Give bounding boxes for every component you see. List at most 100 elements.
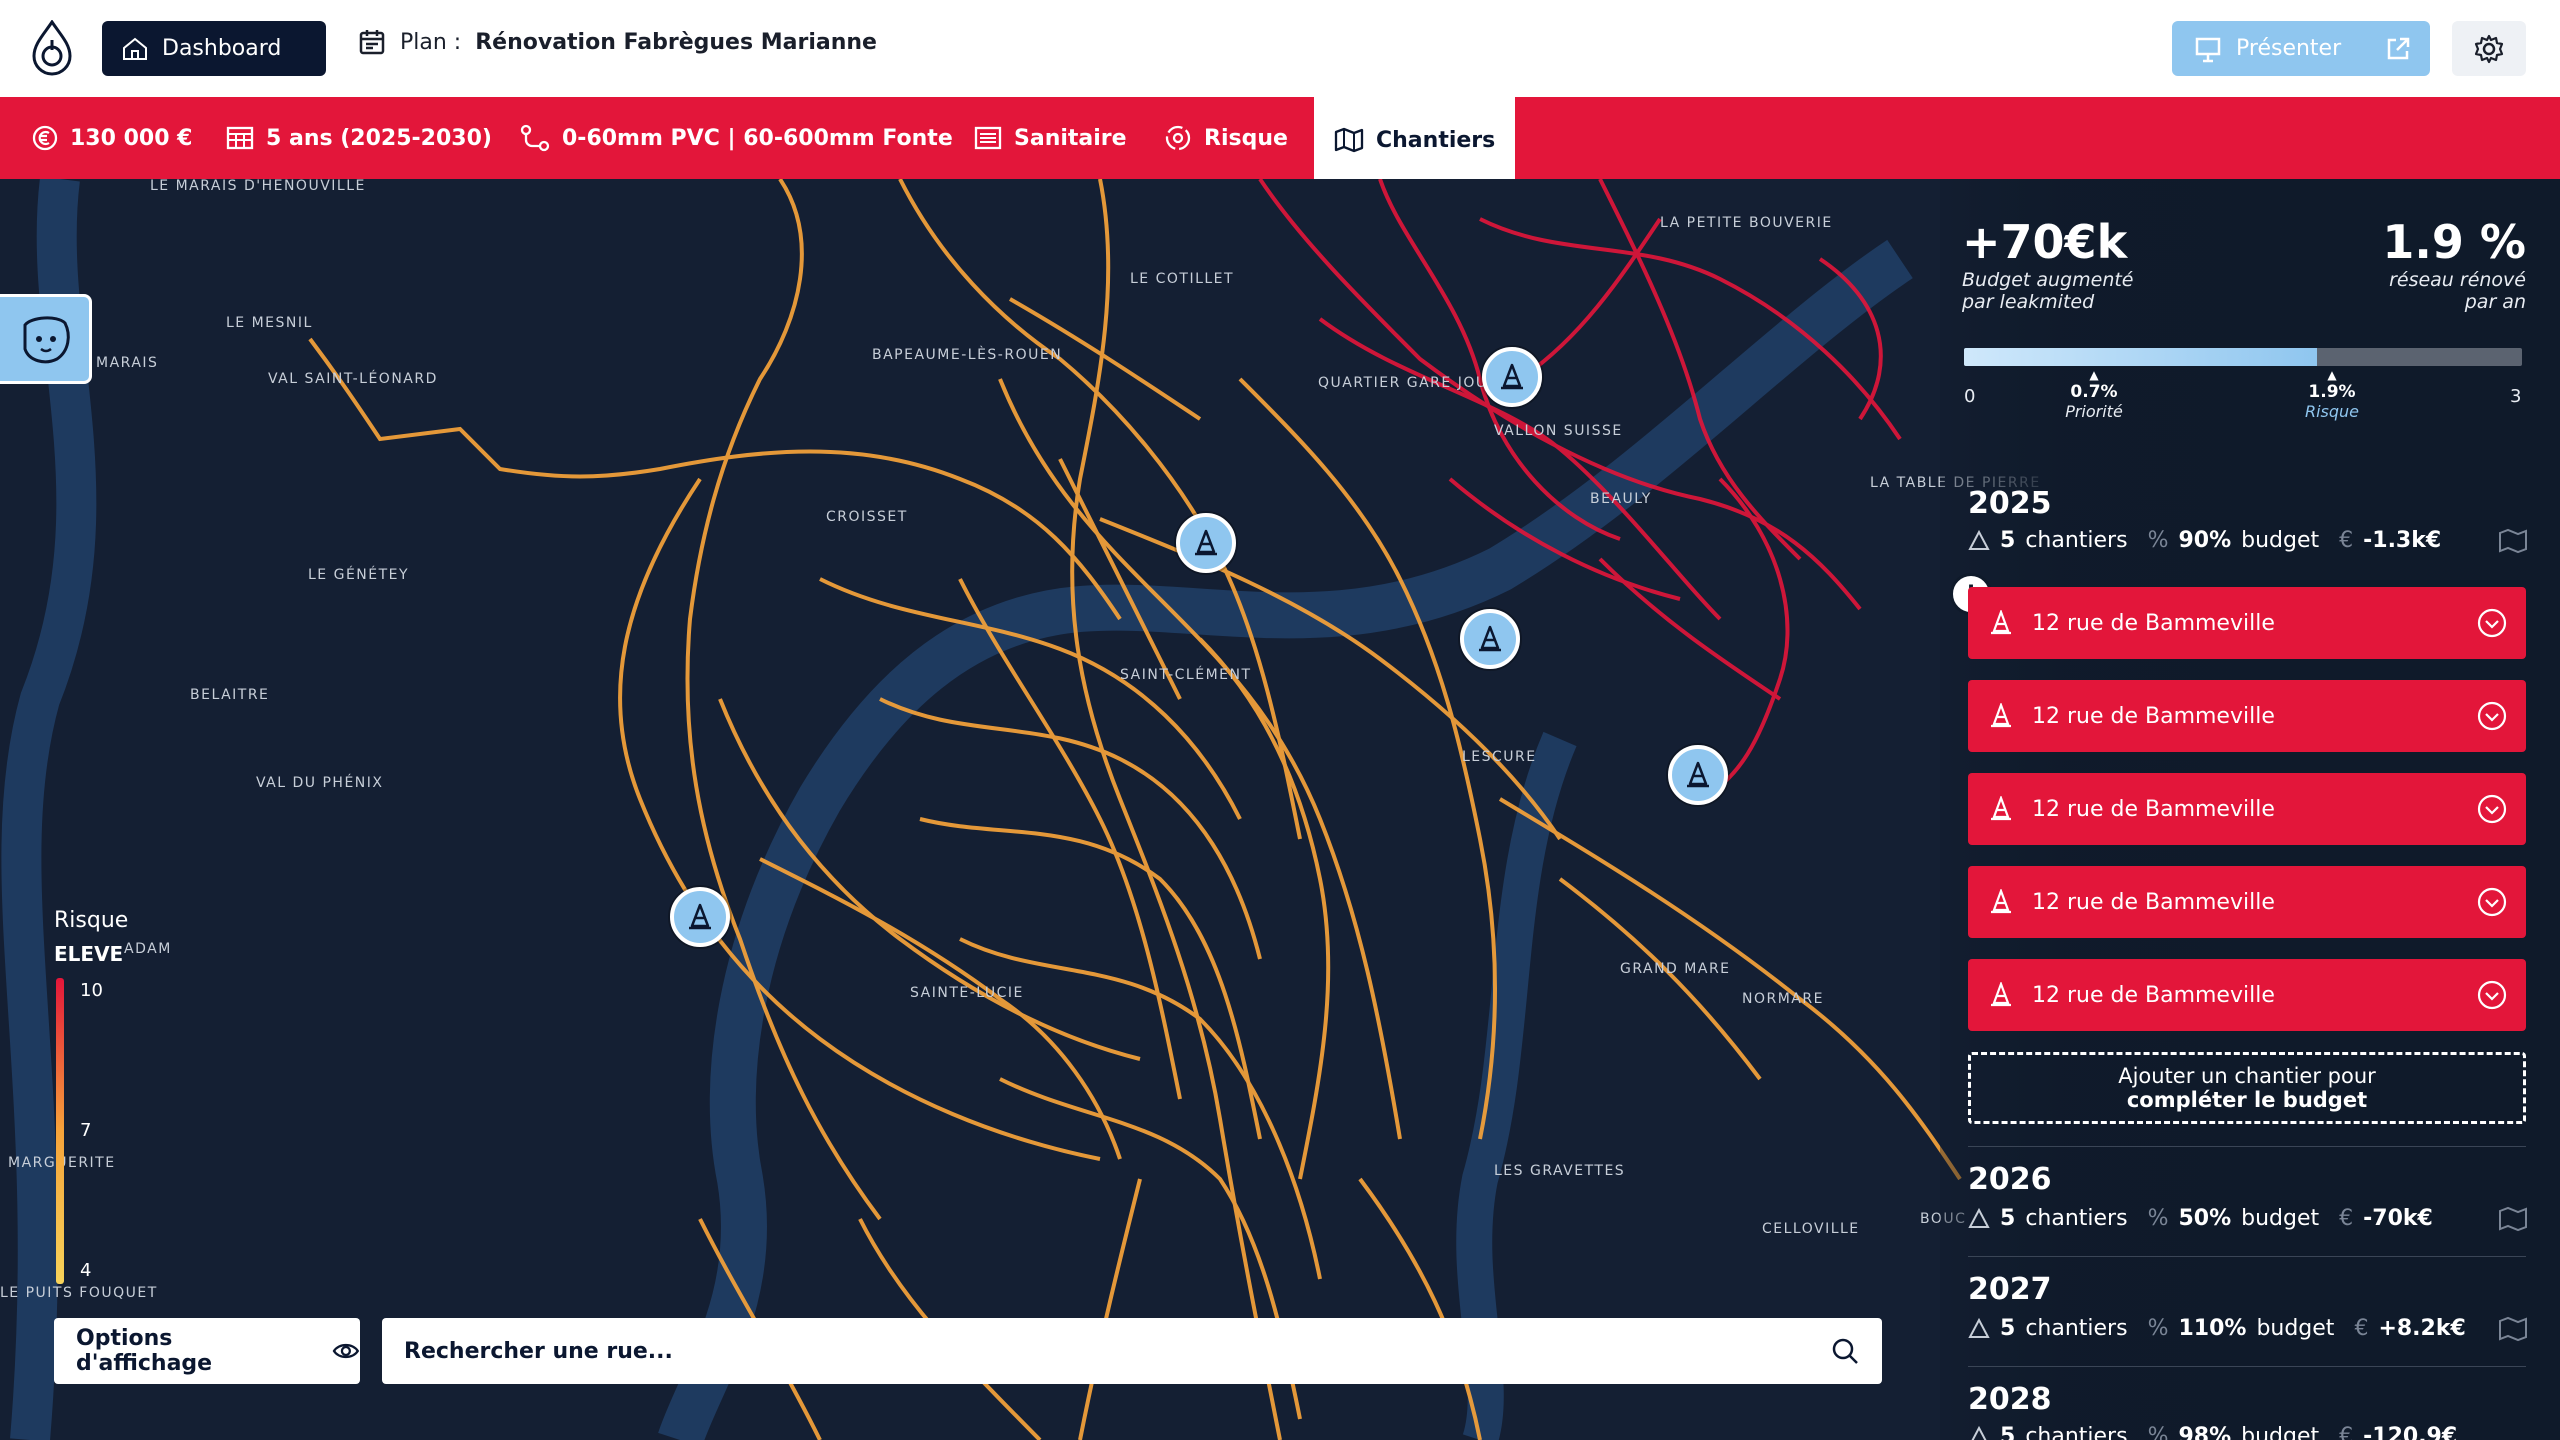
year-budget-delta: -1.3k€ (2363, 528, 2442, 553)
place-label: MARAIS (96, 355, 159, 371)
place-label: GRAND MARE (1620, 961, 1731, 977)
external-link-icon[interactable] (2384, 35, 2412, 63)
percent-icon: % (2147, 528, 2169, 553)
chevron-down-icon[interactable] (2476, 700, 2508, 732)
nav-risque[interactable]: Risque (1164, 97, 1288, 179)
chantier-marker[interactable] (1176, 513, 1236, 573)
traffic-cone-icon (1479, 625, 1501, 652)
chantier-row[interactable]: 12 rue de Bammeville (1968, 680, 2526, 752)
risk-legend-tick: 10 (80, 980, 103, 1001)
budget-increase-value: +70€k (1962, 215, 2128, 269)
budget-increase-caption: Budget augmenté (1962, 269, 2134, 291)
renewal-rate-value: 1.9 % (2382, 215, 2526, 269)
map-icon[interactable] (2498, 528, 2528, 554)
chevron-down-icon[interactable] (2476, 607, 2508, 639)
year-heading[interactable]: 2028 (1968, 1382, 2052, 1417)
chantier-marker[interactable] (1460, 609, 1520, 669)
nav-duration[interactable]: 5 ans (2025-2030) (226, 97, 492, 179)
cone-outline-icon (1968, 1317, 1990, 1338)
chantier-marker[interactable] (670, 887, 730, 947)
traffic-cone-icon (1991, 889, 2011, 914)
divider (1968, 1256, 2526, 1257)
chantier-row[interactable]: 12 rue de Bammeville (1968, 587, 2526, 659)
calendar-icon (359, 30, 385, 55)
face-icon (23, 316, 70, 364)
year-chantiers-count: 5 (2000, 1206, 2016, 1231)
place-label: VAL DU PHÉNIX (256, 775, 384, 791)
percent-icon: % (2147, 1424, 2169, 1440)
year-heading[interactable]: 2027 (1968, 1272, 2052, 1307)
progress-max: 3 (2510, 386, 2522, 407)
plan-title: Plan : Rénovation Fabrègues Marianne (358, 28, 877, 56)
risk-legend-level: ELEVE (54, 942, 124, 966)
place-label: BEAULY (1590, 491, 1652, 507)
euro-icon: € (2339, 528, 2354, 553)
euro-icon: € (2339, 1206, 2354, 1231)
risk-label: Risque (2304, 402, 2360, 421)
place-label: SAINTE-LUCIE (910, 985, 1024, 1001)
add-chantier-button[interactable]: Ajouter un chantier pour compléter le bu… (1968, 1052, 2526, 1124)
plan-prefix: Plan : (400, 29, 462, 55)
present-button[interactable]: Présenter (2172, 21, 2430, 76)
nav-materials[interactable]: 0-60mm PVC | 60-600mm Fonte (520, 97, 953, 179)
year-budget-pct: 90% (2178, 528, 2232, 553)
priority-value: 0.7% (2070, 382, 2118, 402)
chantier-marker[interactable] (1668, 745, 1728, 805)
euro-icon: € (2354, 1316, 2369, 1341)
place-label: LE PUITS FOUQUET (0, 1285, 158, 1301)
tab-chantiers[interactable]: Chantiers (1314, 97, 1516, 183)
display-options-button[interactable]: Options d'affichage (54, 1318, 360, 1384)
year-heading[interactable]: 2026 (1968, 1162, 2052, 1197)
risk-value: 1.9% (2308, 382, 2356, 402)
dashboard-label: Dashboard (162, 36, 282, 61)
year-stats: 5 chantiers % 110% budget € +8.2k€ (1968, 1316, 2527, 1341)
map-icon[interactable] (2498, 1206, 2528, 1232)
divider (1968, 1366, 2526, 1367)
euro-icon (32, 125, 58, 151)
nav-sanitaire[interactable]: Sanitaire (974, 97, 1127, 179)
year-budget-label: budget (2241, 528, 2320, 553)
plan-name: Rénovation Fabrègues Marianne (475, 29, 877, 55)
settings-button[interactable] (2452, 21, 2526, 76)
chevron-down-icon[interactable] (2476, 793, 2508, 825)
chevron-down-icon[interactable] (2476, 886, 2508, 918)
nav-budget[interactable]: 130 000 € (32, 97, 192, 179)
chantier-row[interactable]: 12 rue de Bammeville (1968, 959, 2526, 1031)
year-stats: 5 chantiers % 90% budget € -1.3k€ (1968, 528, 2527, 553)
assistant-face-button[interactable] (0, 294, 92, 384)
traffic-cone-icon (1991, 610, 2011, 635)
risk-marker: ▲ 1.9% Risque (2302, 368, 2362, 421)
cone-outline-icon (1968, 529, 1990, 550)
nav-budget-label: 130 000 € (70, 125, 193, 151)
chantier-row[interactable]: 12 rue de Bammeville (1968, 773, 2526, 845)
percent-icon: % (2147, 1206, 2169, 1231)
chevron-down-icon[interactable] (2476, 979, 2508, 1011)
street-search-input[interactable]: Rechercher une rue... (382, 1318, 1882, 1384)
place-label: LESCURE (1462, 749, 1537, 765)
risk-legend-title: Risque (54, 908, 129, 933)
map-icon[interactable] (2498, 1316, 2528, 1342)
place-label: CELLOVILLE (1762, 1221, 1860, 1237)
place-label: VAL SAINT-LÉONARD (268, 371, 438, 387)
chantier-marker[interactable] (1482, 347, 1542, 407)
nav-duration-label: 5 ans (2025-2030) (266, 125, 492, 151)
search-placeholder: Rechercher une rue... (404, 1338, 673, 1364)
year-stats: 5 chantiers % 50% budget € -70k€ (1968, 1206, 2527, 1231)
add-chantier-line2: compléter le budget (2126, 1088, 2368, 1112)
search-icon[interactable] (1830, 1336, 1860, 1366)
chantier-address: 12 rue de Bammeville (2032, 610, 2275, 636)
cone-outline-icon (1971, 1425, 1987, 1440)
traffic-cone-icon (1501, 363, 1523, 390)
chantier-row[interactable]: 12 rue de Bammeville (1968, 866, 2526, 938)
budget-increase-caption: par leakmited (1962, 291, 2095, 313)
chantier-address: 12 rue de Bammeville (2032, 889, 2275, 915)
year-budget-label: budget (2256, 1316, 2335, 1341)
presentation-icon (2195, 37, 2221, 62)
app-logo-icon[interactable] (30, 19, 74, 76)
place-label: SAINT-CLÉMENT (1120, 667, 1252, 683)
place-label: LES GRAVETTES (1494, 1163, 1626, 1179)
nav-materials-label: 0-60mm PVC | 60-600mm Fonte (562, 125, 953, 151)
dashboard-button[interactable]: Dashboard (102, 21, 326, 76)
chantier-address: 12 rue de Bammeville (2032, 796, 2275, 822)
year-chantiers-label: chantiers (2025, 1206, 2128, 1231)
